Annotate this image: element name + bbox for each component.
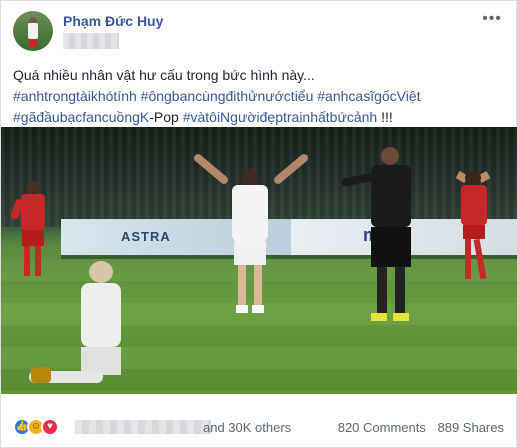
player-white-kneeling (29, 255, 139, 394)
referee (340, 147, 431, 347)
post-text-line: Quá nhiều nhân vật hư cấu trong bức hình… (13, 65, 506, 86)
avatar-player-legs (29, 39, 37, 47)
hashtag-link[interactable]: #gãđầubạcfancuồngK (13, 109, 149, 125)
author-name[interactable]: Phạm Đức Huy (63, 13, 163, 29)
love-icon: ♥ (41, 418, 59, 436)
post-text-line: #gãđầubạcfancuồngK-Pop #vàtôiNgườiđẹptra… (13, 107, 506, 128)
shares-count[interactable]: 889 Shares (438, 420, 505, 435)
hashtag-link[interactable]: #vàtôiNgườiđẹptrainhấtbứcảnh (183, 109, 378, 125)
reactions-bar: 👍 ☺ ♥ and 30K others 820 Comments 889 Sh… (13, 415, 504, 439)
post-text-segment: -Pop (149, 109, 183, 125)
post-meta-blurred (63, 33, 119, 49)
post-text-line: #anhtrọngtàikhótính #ôngbạncùngđithửnước… (13, 86, 506, 107)
hashtag-link[interactable]: #anhtrọngtàikhótính (13, 88, 137, 104)
post-text: Quá nhiều nhân vật hư cấu trong bức hình… (13, 65, 506, 128)
comments-count[interactable]: 820 Comments (338, 420, 426, 435)
post-text-segment: !!! (377, 109, 393, 125)
avatar[interactable] (13, 11, 53, 51)
reactor-names-blurred (75, 420, 211, 434)
post-card: Phạm Đức Huy ••• Quá nhiều nhân vật hư c… (0, 0, 517, 448)
post-photo[interactable]: ASTRA ma (1, 127, 517, 394)
engagement-counts: 820 Comments 889 Shares (330, 420, 504, 435)
ellipsis-icon[interactable]: ••• (480, 11, 504, 29)
player-white-celebrating (186, 152, 316, 325)
reactions-others[interactable]: and 30K others (203, 420, 291, 435)
avatar-player-body (28, 23, 38, 39)
player-red-right (449, 167, 505, 297)
post-text-segment: Quá nhiều nhân vật hư cấu trong bức hình… (13, 67, 315, 83)
post-header: Phạm Đức Huy ••• (13, 11, 504, 55)
hashtag-link[interactable]: #ôngbạncùngđithửnướctiểu (141, 88, 314, 104)
hashtag-link[interactable]: #anhcasĩgốcViệt (317, 88, 420, 104)
reaction-icons[interactable]: 👍 ☺ ♥ (13, 418, 73, 436)
ad-board-text: ASTRA (121, 229, 171, 244)
